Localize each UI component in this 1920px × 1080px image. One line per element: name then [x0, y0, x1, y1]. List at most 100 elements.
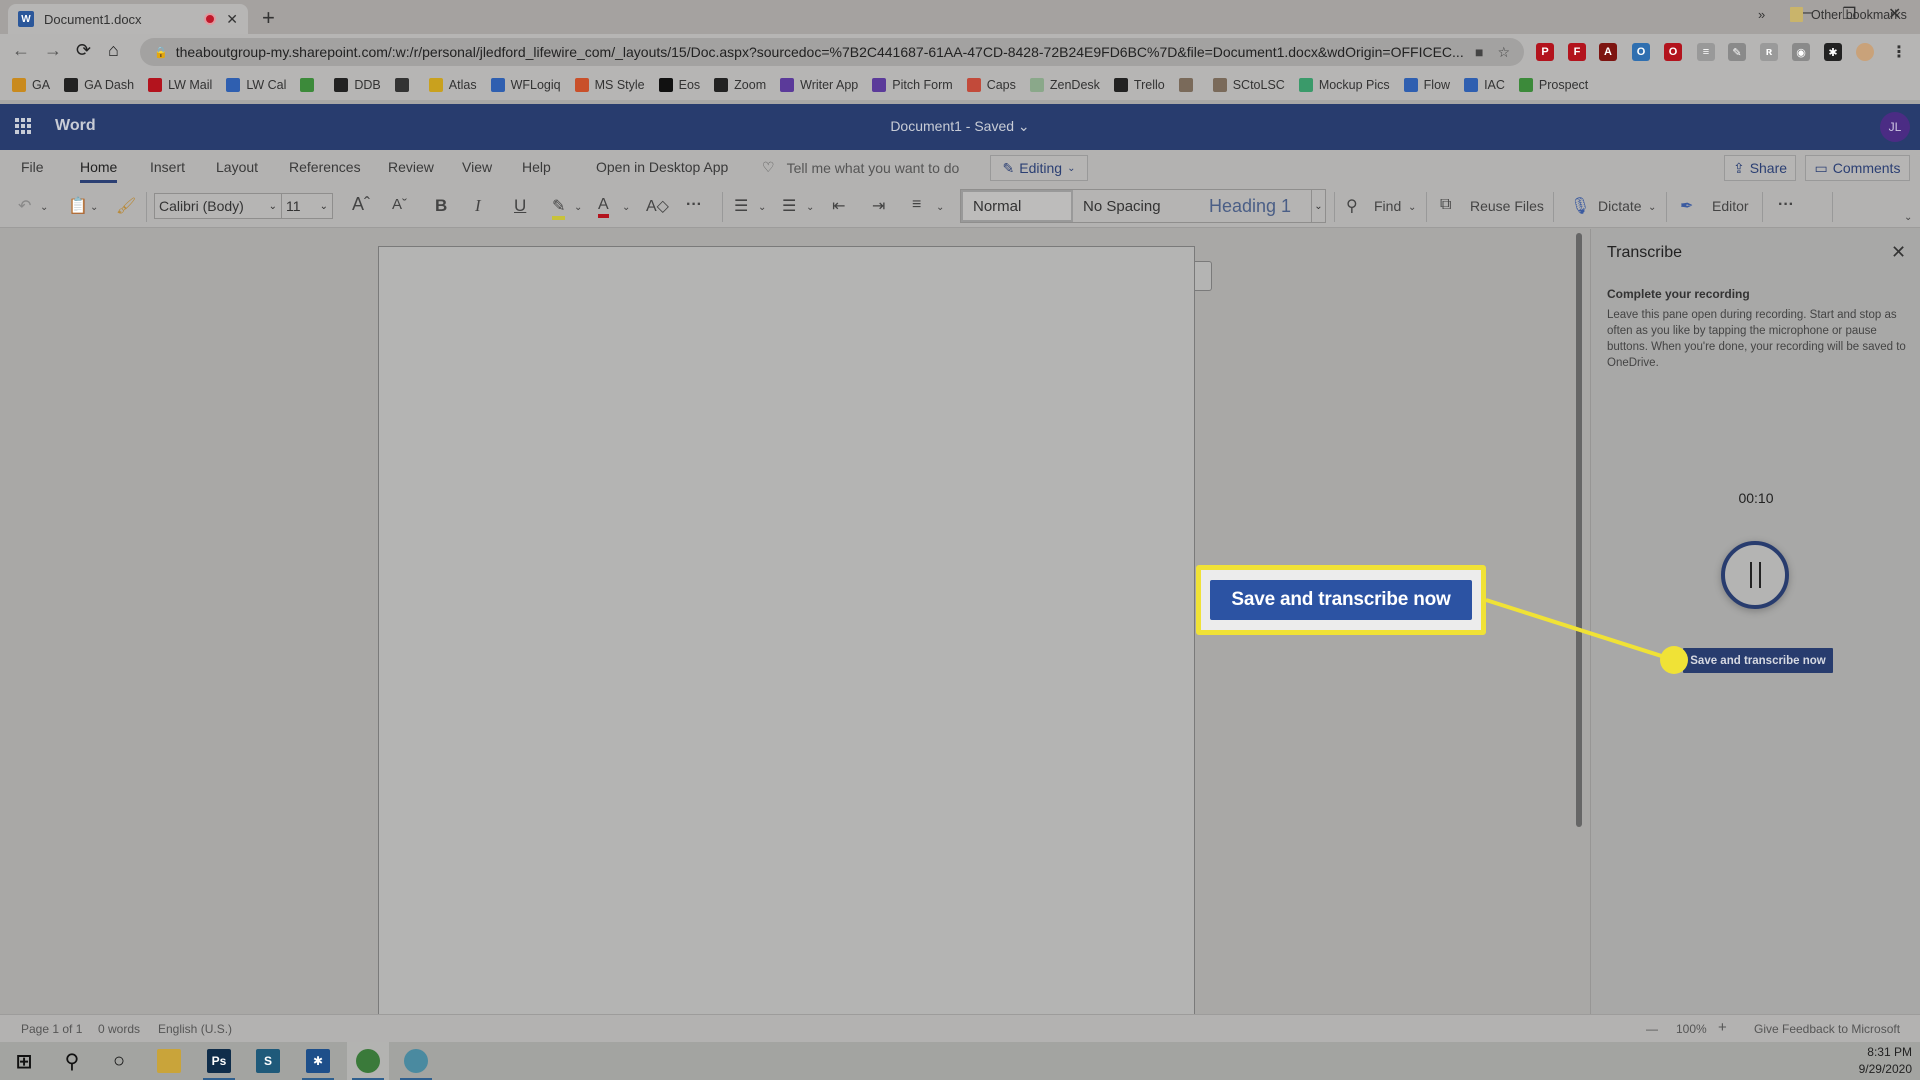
tab-home[interactable]: Home [80, 159, 118, 183]
save-and-transcribe-button[interactable]: Save and transcribe now [1683, 648, 1833, 673]
decrease-indent-icon[interactable]: ⇤ [832, 196, 845, 216]
avatar[interactable]: JL [1880, 112, 1910, 142]
italic-icon[interactable]: I [475, 196, 481, 216]
pinterest-icon[interactable]: P [1536, 43, 1554, 61]
format-painter-icon[interactable]: 🖌 [116, 196, 136, 216]
bookmark-item[interactable]: LW Cal [226, 78, 286, 92]
highlight-dropdown-icon[interactable]: ⌄ [574, 202, 582, 213]
file-explorer-icon[interactable] [157, 1049, 181, 1073]
vertical-scrollbar[interactable] [1576, 233, 1582, 827]
numbering-dropdown-icon[interactable]: ⌄ [806, 202, 814, 213]
bookmark-item[interactable]: DDB [334, 78, 381, 92]
snagit-icon[interactable]: S [256, 1049, 280, 1073]
start-icon[interactable]: ⊞ [12, 1049, 36, 1073]
bullets-dropdown-icon[interactable]: ⌄ [758, 202, 766, 213]
bookmark-item[interactable]: WFLogiq [490, 78, 561, 92]
bookmark-item[interactable]: MS Style [574, 78, 645, 92]
bookmarks-overflow-button[interactable]: » [1758, 7, 1765, 22]
bookmark-item[interactable]: ZenDesk [1029, 78, 1100, 92]
tab-references[interactable]: References [289, 159, 361, 175]
highlight-icon[interactable]: ✎ [552, 196, 566, 220]
tab-layout[interactable]: Layout [216, 159, 258, 175]
style-heading-1[interactable]: Heading 1 [1199, 190, 1307, 222]
puzzle-icon[interactable]: ✱ [1824, 43, 1842, 61]
flipboard-icon[interactable]: F [1568, 43, 1586, 61]
font-size-select[interactable]: 11 ⌄ [281, 193, 333, 219]
photoshop-icon[interactable]: Ps [207, 1049, 231, 1073]
clipboard-icon[interactable]: 📋 [68, 196, 88, 216]
reuse-files-button[interactable]: Reuse Files [1470, 198, 1544, 214]
bookmark-item[interactable] [1178, 78, 1199, 92]
more-options-button[interactable]: ··· [1778, 196, 1794, 214]
profile-avatar-icon[interactable] [1856, 43, 1874, 61]
share-button[interactable]: ⇪ Share [1724, 155, 1796, 181]
comments-button[interactable]: ▭ Comments [1805, 155, 1910, 181]
bookmark-star-icon[interactable]: ☆ [1497, 44, 1510, 61]
font-color-dropdown-icon[interactable]: ⌄ [622, 202, 630, 213]
bookmark-item[interactable]: GA Dash [64, 78, 134, 92]
clear-formatting-icon[interactable]: A◇ [646, 196, 669, 216]
open-in-desktop-app[interactable]: Open in Desktop App [596, 159, 728, 175]
editor-button[interactable]: Editor [1712, 198, 1749, 214]
document-page[interactable] [378, 246, 1195, 1026]
grow-font-icon[interactable]: Aˆ [352, 194, 370, 215]
tell-me-search[interactable]: ♡ Tell me what you want to do [762, 159, 959, 176]
camera-extension-icon[interactable]: ◉ [1792, 43, 1810, 61]
bookmark-item[interactable]: Writer App [780, 78, 858, 92]
style-no-spacing[interactable]: No Spacing [1073, 190, 1199, 222]
browser-tab[interactable]: W Document1.docx ✕ [8, 4, 248, 34]
slack-icon[interactable]: ✱ [306, 1049, 330, 1073]
bookmark-item[interactable]: Mockup Pics [1298, 78, 1390, 92]
undo-icon[interactable]: ↶ [18, 196, 31, 216]
reload-button[interactable]: ⟳ [76, 40, 91, 61]
chrome-menu-icon[interactable]: ⋮ [1890, 43, 1908, 61]
pen-extension-icon[interactable]: ✎ [1728, 43, 1746, 61]
bookmark-item[interactable]: Pitch Form [872, 78, 953, 92]
dictate-button[interactable]: Dictate [1598, 198, 1642, 214]
pause-recording-button[interactable] [1721, 541, 1789, 609]
new-tab-button[interactable]: + [262, 5, 275, 31]
acrobat-icon[interactable]: A [1599, 43, 1617, 61]
camera-icon[interactable]: ■ [1475, 44, 1483, 60]
bookmark-item[interactable]: GA [12, 78, 50, 92]
chrome-icon[interactable] [356, 1049, 380, 1073]
bold-icon[interactable]: B [435, 196, 447, 216]
align-icon[interactable]: ≡ [912, 196, 921, 214]
zoom-out-button[interactable]: — [1646, 1022, 1658, 1036]
font-color-icon[interactable]: A [598, 196, 609, 218]
other-bookmarks[interactable]: Other bookmarks [1790, 7, 1907, 22]
align-dropdown-icon[interactable]: ⌄ [936, 202, 944, 213]
paste-dropdown-icon[interactable]: ⌄ [90, 202, 98, 213]
editing-mode-button[interactable]: ✎ Editing ⌄ [990, 155, 1088, 181]
find-button[interactable]: Find [1374, 198, 1401, 214]
dictate-dropdown-icon[interactable]: ⌄ [1648, 202, 1656, 213]
back-button[interactable]: ← [12, 40, 30, 61]
more-font-options-icon[interactable]: ··· [686, 196, 702, 214]
find-dropdown-icon[interactable]: ⌄ [1408, 202, 1416, 213]
home-button[interactable]: ⌂ [108, 40, 119, 61]
extension-badge-icon[interactable]: O [1632, 43, 1650, 61]
bookmark-item[interactable]: Eos [658, 78, 700, 92]
shrink-font-icon[interactable]: Aˇ [392, 196, 407, 213]
close-icon[interactable]: ✕ [1891, 242, 1906, 263]
bookmark-item[interactable]: Trello [1113, 78, 1165, 92]
address-bar[interactable]: 🔒 theaboutgroup-my.sharepoint.com/:w:/r/… [140, 38, 1524, 66]
word-count[interactable]: 0 words [98, 1022, 140, 1036]
opera-icon[interactable]: O [1664, 43, 1682, 61]
forward-button[interactable]: → [44, 40, 62, 61]
numbering-icon[interactable]: ☰ [782, 196, 796, 216]
underline-icon[interactable]: U [514, 196, 526, 216]
system-clock[interactable]: 8:31 PM 9/29/2020 [1859, 1044, 1912, 1078]
bookmark-item[interactable] [394, 78, 415, 92]
bookmark-item[interactable]: Atlas [428, 78, 477, 92]
undo-dropdown-icon[interactable]: ⌄ [40, 202, 48, 213]
bullets-icon[interactable]: ☰ [734, 196, 748, 216]
bookmark-item[interactable]: LW Mail [148, 78, 212, 92]
url-text[interactable]: theaboutgroup-my.sharepoint.com/:w:/r/pe… [176, 44, 1475, 60]
bookmark-item[interactable]: Flow [1403, 78, 1450, 92]
cortana-icon[interactable]: ○ [107, 1049, 131, 1073]
tab-file[interactable]: File [21, 159, 44, 175]
search-icon[interactable]: ⚲ [60, 1049, 84, 1073]
tab-close-icon[interactable]: ✕ [226, 11, 238, 28]
tab-view[interactable]: View [462, 159, 492, 175]
